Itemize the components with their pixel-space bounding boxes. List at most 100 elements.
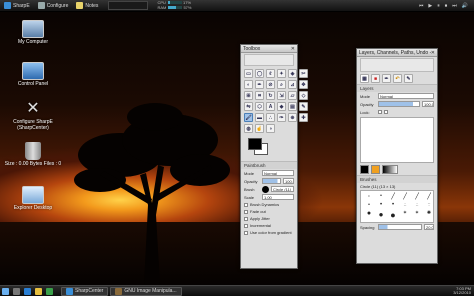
- topbar-item-configure[interactable]: Configure: [34, 0, 73, 12]
- spacing-value[interactable]: 20.0: [424, 224, 434, 230]
- layers-list[interactable]: [360, 117, 434, 163]
- checkbox[interactable]: [244, 209, 248, 214]
- paintbrush-tool-icon[interactable]: 🖌: [244, 113, 253, 122]
- rect-select-tool-icon[interactable]: ▭: [244, 69, 253, 78]
- quicklaunch-icon-folder[interactable]: [35, 287, 42, 295]
- flip-tool-icon[interactable]: ⇋: [244, 102, 253, 111]
- brush-item[interactable]: •: [364, 193, 374, 200]
- move-tool-icon[interactable]: ✥: [299, 80, 308, 89]
- brush-item[interactable]: ✶: [412, 210, 422, 220]
- heal-tool-icon[interactable]: ✚: [299, 113, 308, 122]
- task-sharpcenter[interactable]: SharpCenter: [61, 286, 109, 296]
- quicklaunch-icon-app[interactable]: [46, 287, 53, 295]
- perspective-tool-icon[interactable]: ◇: [299, 91, 308, 100]
- pencil-tool-icon[interactable]: ✎: [299, 102, 308, 111]
- brush-item[interactable]: ●: [376, 210, 386, 220]
- channels-tab-icon[interactable]: ■: [371, 74, 380, 83]
- checkbox[interactable]: [244, 202, 248, 207]
- task-gimp[interactable]: GNU Image Manipula...: [110, 286, 182, 296]
- topbar-item-sharpe[interactable]: SharpE: [0, 0, 34, 12]
- color-swatch-orange[interactable]: [371, 165, 380, 174]
- desktop-icon-configure-sharpe[interactable]: ✕ Configure SharpE (SharpCenter): [3, 100, 63, 131]
- brush-item[interactable]: ●: [388, 210, 398, 220]
- desktop-icon-control-panel[interactable]: Control Panel: [3, 62, 63, 88]
- brushes-tab-icon[interactable]: ✎: [404, 74, 413, 83]
- brush-item[interactable]: ╱: [424, 193, 434, 200]
- option-incremental[interactable]: Incremental: [241, 222, 297, 229]
- scissors-tool-icon[interactable]: ✂: [299, 69, 308, 78]
- brush-item[interactable]: •: [388, 202, 398, 208]
- gradient-swatch[interactable]: [382, 165, 398, 174]
- layers-opacity-slider[interactable]: [378, 101, 420, 107]
- checkbox[interactable]: [244, 223, 248, 228]
- brush-item[interactable]: ✺: [424, 210, 434, 220]
- brush-preview-icon[interactable]: [262, 185, 269, 193]
- brush-item[interactable]: ✶: [400, 210, 410, 220]
- brush-item[interactable]: •: [376, 202, 386, 208]
- clone-tool-icon[interactable]: ⊕: [288, 113, 297, 122]
- mode-select[interactable]: Normal: [262, 170, 294, 176]
- brush-item[interactable]: ╱: [400, 193, 410, 200]
- layers-mode-select[interactable]: Normal: [378, 93, 434, 99]
- option-fade-out[interactable]: Fade out: [241, 208, 297, 215]
- free-select-tool-icon[interactable]: ℓ: [266, 69, 275, 78]
- topbar-item-notes[interactable]: Notes: [72, 0, 102, 12]
- checkbox[interactable]: [244, 230, 248, 235]
- rotate-tool-icon[interactable]: ↻: [266, 91, 275, 100]
- spacing-slider[interactable]: [378, 224, 422, 230]
- undo-tab-icon[interactable]: ↶: [393, 74, 402, 83]
- brush-item[interactable]: ∴: [412, 202, 422, 208]
- close-icon[interactable]: ✕: [431, 50, 435, 56]
- desktop-icon-recycle-bin[interactable]: Size : 0.00 Bytes Files : 0: [3, 142, 63, 168]
- color-picker-tool-icon[interactable]: ⊘: [266, 80, 275, 89]
- lock-alpha-checkbox[interactable]: [384, 110, 388, 114]
- cage-tool-icon[interactable]: ⬡: [255, 102, 264, 111]
- close-icon[interactable]: ✕: [291, 46, 295, 52]
- layers-titlebar[interactable]: Layers, Channels, Paths, Undo - Bru ✕: [357, 49, 437, 57]
- crop-tool-icon[interactable]: ⌗: [255, 91, 264, 100]
- quicklaunch-icon-grid[interactable]: [13, 287, 20, 295]
- start-icon[interactable]: [2, 287, 9, 295]
- zoom-tool-icon[interactable]: ⌕: [277, 80, 286, 89]
- blend-tool-icon[interactable]: ▤: [288, 102, 297, 111]
- eraser-tool-icon[interactable]: ▬: [255, 113, 264, 122]
- align-tool-icon[interactable]: ⊞: [244, 91, 253, 100]
- bucket-fill-tool-icon[interactable]: ◆: [277, 102, 286, 111]
- paths-tool-icon[interactable]: ✒: [255, 80, 264, 89]
- blur-tool-icon[interactable]: ◍: [244, 124, 253, 133]
- airbrush-tool-icon[interactable]: ∴: [266, 113, 275, 122]
- measure-tool-icon[interactable]: ⊿: [288, 80, 297, 89]
- stop-icon[interactable]: ⏹: [445, 3, 448, 9]
- option-use-color-from-gradient[interactable]: Use color from gradient: [241, 229, 297, 236]
- scale-value[interactable]: 1.00: [262, 194, 294, 200]
- quicklaunch-icon-browser[interactable]: [24, 287, 31, 295]
- toolbox-titlebar[interactable]: Toolbox ✕: [241, 45, 297, 53]
- volume-icon[interactable]: 🔊: [462, 3, 468, 9]
- color-select-tool-icon[interactable]: ◈: [288, 69, 297, 78]
- option-brush-dynamics[interactable]: Brush Dynamics: [241, 201, 297, 208]
- foreground-select-tool-icon[interactable]: ◐: [244, 80, 253, 89]
- option-apply-jitter[interactable]: Apply Jitter: [241, 215, 297, 222]
- desktop-icon-explorer-desktop[interactable]: Explorer Desktop: [3, 186, 63, 212]
- play-icon[interactable]: ▶: [428, 3, 432, 9]
- brush-item[interactable]: ∵: [424, 202, 434, 208]
- dodge-burn-tool-icon[interactable]: ◑: [266, 124, 275, 133]
- foreground-color-swatch[interactable]: [248, 138, 262, 150]
- brush-item[interactable]: ╱: [412, 193, 422, 200]
- fuzzy-select-tool-icon[interactable]: ✦: [277, 69, 286, 78]
- scale-tool-icon[interactable]: ⇲: [277, 91, 286, 100]
- lock-pixels-checkbox[interactable]: [378, 110, 382, 114]
- shear-tool-icon[interactable]: ▱: [288, 91, 297, 100]
- paths-tab-icon[interactable]: ✒: [382, 74, 391, 83]
- pause-icon[interactable]: ⏸: [437, 3, 440, 9]
- previous-icon[interactable]: ⏮: [419, 3, 424, 9]
- layers-opacity-value[interactable]: 100.0: [422, 101, 434, 107]
- opacity-slider[interactable]: [262, 178, 281, 184]
- color-swatch-black[interactable]: [360, 165, 369, 174]
- ellipse-select-tool-icon[interactable]: ◯: [255, 69, 264, 78]
- checkbox[interactable]: [244, 216, 248, 221]
- brush-item[interactable]: ╱: [388, 193, 398, 200]
- brush-item[interactable]: ∴: [400, 202, 410, 208]
- brush-item[interactable]: •: [364, 202, 374, 208]
- layers-tab-icon[interactable]: ▦: [360, 74, 369, 83]
